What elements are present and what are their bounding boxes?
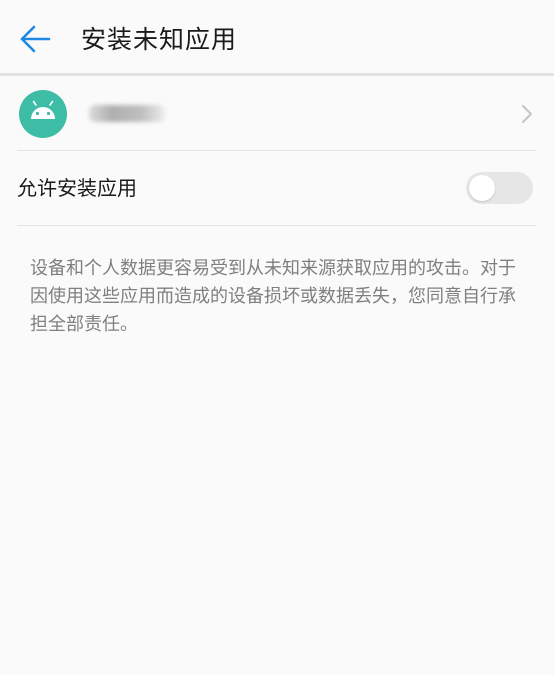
app-bar: 安装未知应用 [0,0,554,76]
android-icon [19,90,67,138]
allow-install-toggle[interactable] [466,172,533,204]
page-title: 安装未知应用 [81,25,238,54]
security-warning-text: 设备和个人数据更容易受到从未知来源获取应用的攻击。对于因使用这些应用而造成的设备… [30,258,516,335]
toggle-knob [469,175,495,201]
back-button[interactable] [18,22,52,56]
app-info-row[interactable] [0,76,554,151]
arrow-left-icon [20,25,51,53]
install-unknown-apps-screen: 安装未知应用 允许安装应用 设备和个人数据更容易受到从未知来源获取应用的攻击。对… [0,0,554,675]
app-name-redacted [89,105,165,122]
divider [17,225,536,226]
allow-install-label: 允许安装应用 [17,176,137,200]
chevron-right-icon [520,102,534,126]
allow-install-row[interactable]: 允许安装应用 [0,151,554,225]
